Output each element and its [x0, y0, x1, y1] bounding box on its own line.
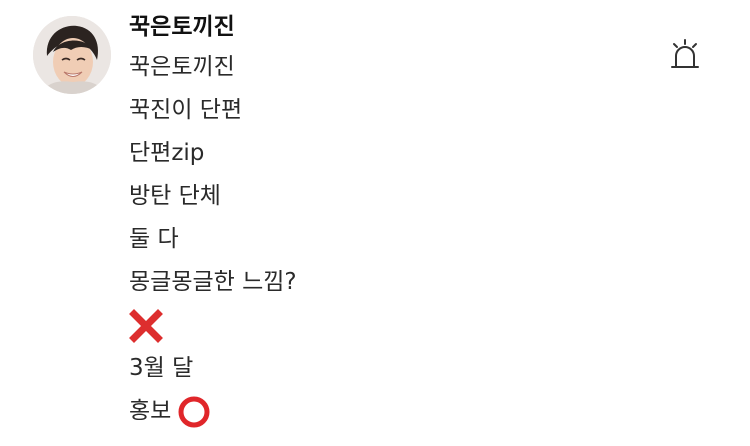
comment-line-text: 3월 달 — [129, 355, 194, 381]
comment-line: 둘 다 — [129, 218, 649, 261]
comment-line-text: 단편zip — [129, 140, 205, 166]
comment-line: 방탄 단체 — [129, 175, 649, 218]
hollow-red-circle-icon — [177, 395, 211, 429]
cross-mark-icon — [129, 308, 163, 343]
avatar[interactable] — [33, 16, 111, 94]
comment-line: 3월 달 — [129, 347, 649, 390]
comment-line-text: 둘 다 — [129, 226, 179, 252]
comment-line: 꾹진이 단편 — [129, 89, 649, 132]
comment-line-text: 방탄 단체 — [129, 183, 221, 209]
comment-line: 몽글몽글한 느낌? — [129, 261, 649, 304]
comment-line-text: 몽글몽글한 느낌? — [129, 269, 297, 295]
comment-line-text: 꾹진이 단편 — [129, 97, 243, 123]
comment-line — [129, 304, 649, 347]
comment-lines: 꾹은토끼진 꾹진이 단편 단편zip 방탄 단체 둘 다 몽글몽글한 느낌? 3… — [129, 46, 649, 433]
comment-line: 홍보 — [129, 390, 649, 433]
comment-line-text: 홍보 — [129, 398, 172, 424]
comment-line-text: 꾹은토끼진 — [129, 54, 235, 80]
comment-line: 단편zip — [129, 132, 649, 175]
comment-body: 꾹은토끼진 꾹은토끼진 꾹진이 단편 단편zip 방탄 단체 둘 다 몽글몽글한… — [129, 12, 649, 433]
comment-author[interactable]: 꾹은토끼진 — [129, 12, 649, 46]
siren-report-icon — [666, 36, 704, 74]
comment-line: 꾹은토끼진 — [129, 46, 649, 89]
report-button[interactable] — [666, 36, 704, 74]
